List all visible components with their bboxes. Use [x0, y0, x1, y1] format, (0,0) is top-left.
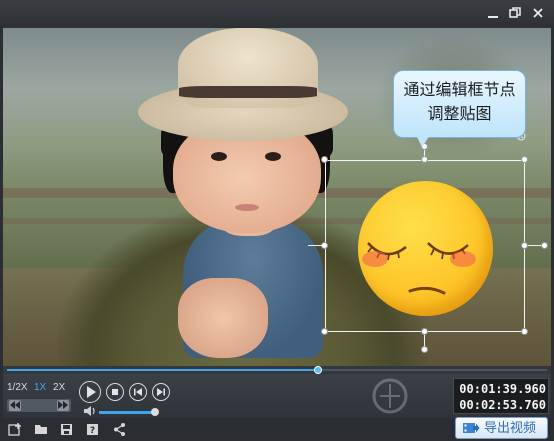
help-icon[interactable]: ?	[85, 422, 100, 437]
video-preview[interactable]: 通过编辑框节点 调整贴图	[3, 28, 551, 366]
progress-thumb[interactable]	[313, 366, 322, 374]
resize-handle-bottom-outer[interactable]	[421, 346, 428, 353]
volume-icon[interactable]	[83, 405, 97, 417]
tooltip-line-1: 通过编辑框节点	[403, 82, 516, 99]
playback-controls: 1/2X 1X 2X 00:01:39.960 00:02:53.760	[3, 374, 551, 418]
play-button[interactable]	[79, 381, 101, 403]
progress-fill	[7, 369, 318, 371]
resize-handle-top[interactable]	[421, 156, 428, 163]
stop-button[interactable]	[106, 383, 124, 401]
folder-open-icon[interactable]	[34, 422, 49, 437]
resize-handle-left[interactable]	[321, 242, 328, 249]
resize-handle-right[interactable]	[521, 242, 528, 249]
speed-1x-button[interactable]: 1X	[34, 382, 46, 393]
child-eye-left	[211, 152, 227, 161]
playback-progress-bar[interactable]	[3, 366, 551, 374]
minimize-icon	[488, 16, 498, 18]
speed-half-button[interactable]: 1/2X	[7, 382, 28, 393]
step-back-button[interactable]	[9, 400, 21, 411]
resize-handle-right-outer[interactable]	[541, 242, 548, 249]
previous-frame-button[interactable]	[129, 383, 147, 401]
speed-2x-button[interactable]: 2X	[53, 382, 65, 393]
title-bar	[0, 0, 554, 28]
next-frame-button[interactable]	[152, 383, 170, 401]
tooltip-tail	[416, 135, 430, 147]
fast-forward-icon	[58, 401, 68, 409]
left-handle-line	[308, 245, 322, 246]
frame-step-box	[7, 399, 71, 412]
next-frame-icon	[157, 388, 165, 396]
stop-icon	[112, 389, 118, 395]
close-icon	[533, 8, 543, 18]
volume-thumb[interactable]	[151, 408, 159, 416]
export-film-icon	[463, 423, 480, 433]
volume-fill	[99, 411, 155, 414]
restore-icon	[509, 7, 521, 18]
export-video-label: 导出视频	[484, 420, 537, 435]
current-time: 00:01:39.960	[459, 382, 546, 396]
child-hands	[178, 278, 268, 358]
svg-text:?: ?	[90, 426, 95, 436]
hat-band	[179, 86, 317, 98]
previous-frame-icon	[134, 388, 142, 396]
time-display: 00:01:39.960 00:02:53.760	[453, 378, 549, 414]
export-video-button[interactable]: 导出视频	[455, 417, 548, 439]
resize-handle-bottom[interactable]	[421, 328, 428, 335]
close-button[interactable]	[528, 4, 548, 24]
play-icon	[87, 386, 96, 398]
tooltip-bubble: 通过编辑框节点 调整贴图	[393, 70, 526, 138]
child-mouth	[235, 204, 259, 211]
resize-handle-top-left[interactable]	[321, 156, 328, 163]
sticker-edit-frame[interactable]	[325, 160, 525, 332]
restore-button[interactable]	[505, 4, 525, 24]
add-icon[interactable]	[8, 422, 23, 437]
tooltip-line-2: 调整贴图	[427, 106, 492, 123]
resize-handle-bottom-right[interactable]	[521, 328, 528, 335]
share-icon[interactable]	[112, 422, 127, 437]
minimize-button[interactable]	[483, 4, 503, 24]
resize-handle-top-right[interactable]	[521, 156, 528, 163]
save-icon[interactable]	[59, 422, 74, 437]
child-eye-right	[265, 152, 281, 161]
fast-rewind-icon	[10, 401, 20, 409]
step-forward-button[interactable]	[57, 400, 69, 411]
watermark-logo-icon	[372, 378, 408, 414]
total-time: 00:02:53.760	[459, 398, 546, 412]
resize-handle-bottom-left[interactable]	[321, 328, 328, 335]
